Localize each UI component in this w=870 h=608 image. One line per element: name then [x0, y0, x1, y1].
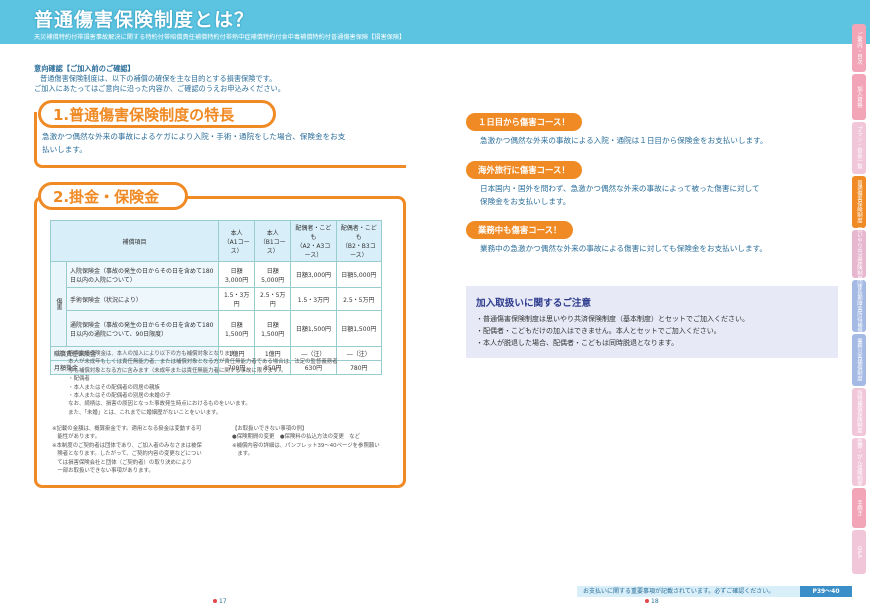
page-marker-icon	[213, 599, 217, 603]
course-text: 急激かつ偶然な外来の事故による入院・通院は１日目から保険金をお支払いします。	[480, 136, 768, 145]
page-reference[interactable]: P39～40	[800, 586, 852, 597]
page-number-left: 17	[219, 598, 227, 605]
table-cell: 日額3,000円	[290, 261, 337, 288]
group-label: 傷害	[50, 261, 67, 347]
liability-note: （注）賠償責任保険金は、本人の加入により以下の方も補償対象となります。 本人が未…	[52, 351, 338, 416]
table-row: 通院保険金（事故の発生の日からその日を含めて180日以内の通院について、90日限…	[51, 310, 383, 347]
table-cell: 1.5・3万円	[290, 287, 337, 311]
premium-note: ※記載の金額は、概算掛金です。適用となる掛金は変動する可 能性があります。 ※本…	[52, 426, 202, 475]
sidebar-tab-label: 業務災害補償制度	[856, 338, 862, 382]
table-cell: 1.5・3万円	[218, 287, 256, 311]
exception-note: 【お取扱いできない事項の例】 ●保険期間の変更 ●保険料の払込方法の変更 など …	[232, 426, 380, 458]
table-header-cell: 配偶者・こども （A2・A3コース）	[290, 220, 337, 262]
sidebar-tab[interactable]: 加入資格	[852, 74, 866, 120]
table-cell: 日額5,000円	[254, 261, 292, 288]
sidebar-tab-label: 普通傷害保険制度	[856, 180, 862, 224]
table-header-row: 補償項目 本人 （A1コース） 本人 （B1コース） 配偶者・こども （A2・A…	[49, 220, 383, 262]
sidebar-tab-label: プラン・掛金一覧	[856, 126, 862, 170]
course-text: 日本国内・国外を問わず、急激かつ偶然な外来の事故によって被った傷害に対して 保険…	[480, 184, 760, 206]
sidebar-tab[interactable]: 業務災害補償制度	[852, 334, 866, 386]
section1-line: 払いします。	[42, 145, 87, 154]
footer-text: お支払いに関する重要事項が記載されています。必ずご確認ください。	[583, 588, 775, 595]
table-cell: 日額1,500円	[290, 310, 337, 347]
sidebar-tab[interactable]: 団体長期障害所得補償	[852, 279, 866, 333]
page-title: 普通傷害保険制度とは？	[34, 9, 255, 31]
row-label: 手術保険金（状況により）	[65, 287, 220, 311]
intro-line: ご加入にあたってはご意向に沿った内容か、ご確認のうえお申込みください。	[34, 84, 285, 93]
table-header-cell: 本人 （A1コース）	[218, 220, 256, 262]
sidebar-tab-label: 団体長期障害所得補償	[856, 279, 862, 333]
caution-box: 加入取扱いに関するご注意 ・普通傷害保険制度は思いやり共済保険制度（基本制度）と…	[466, 286, 838, 358]
row-label: 入院保険金（事故の発生の日からその日を含めて180日以内の入院について）	[65, 261, 220, 288]
table-cell: 日額1,500円	[254, 310, 292, 347]
sidebar-tab[interactable]: 思いやり共済保険制度	[852, 227, 866, 281]
sidebar-tab-label: 思いやり共済保険制度	[856, 227, 862, 281]
footer-note: お支払いに関する重要事項が記載されています。必ずご確認ください。 P39～40	[577, 586, 852, 597]
table-cell: 2.5・5万円	[335, 287, 383, 311]
table-cell: 日額1,500円	[218, 310, 256, 347]
sidebar-tab-label: ご案内・目次	[856, 31, 862, 65]
table-header-cell: 本人 （B1コース）	[254, 220, 292, 262]
table-cell: 日額5,000円	[335, 261, 383, 288]
sidebar-tab-active[interactable]: 普通傷害保険制度	[852, 176, 866, 228]
page-subtitle: 天災補償特約付帯損害事故解決に関する特約付帯賠償責任補償特約付帯熱中症補償特約付…	[34, 34, 406, 41]
sidebar-tab-label: 手続き	[856, 499, 862, 517]
section1-text: 急激かつ偶然な外来の事故によるケガにより入院・手術・通院をした場合、保険金をお支…	[42, 130, 345, 156]
section1-line: 急激かつ偶然な外来の事故によるケガにより入院・手術・通院をした場合、保険金をお支	[42, 132, 346, 141]
sidebar-tab-label: Q&A	[856, 545, 862, 559]
course-label: 海外旅行に傷害コース！	[466, 161, 582, 179]
caution-item: ・配偶者・こどもだけの加入はできません。本人とセットでご加入ください。	[476, 327, 721, 335]
page-marker-icon	[645, 599, 649, 603]
table-row: 手術保険金（状況により） 1.5・3万円 2.5・5万円 1.5・3万円 2.5…	[51, 287, 383, 311]
row-label: 通院保険金（事故の発生の日からその日を含めて180日以内の通院について、90日限…	[65, 310, 220, 347]
sidebar-tab[interactable]: 所得補償保険制度	[852, 388, 866, 436]
intro-heading: 意向確認【ご加入前のご確認】	[34, 64, 135, 73]
course-label: １日目から傷害コース！	[466, 113, 582, 131]
table-cell: 780円	[335, 360, 383, 375]
caution-item: ・本人が脱退した場合、配偶者・こどもは同時脱退となります。	[476, 339, 679, 347]
sidebar-tab[interactable]: 手続き	[852, 488, 866, 528]
course-text: 業務中の急激かつ偶然な外来の事故による傷害に対しても保険金をお支払いします。	[480, 244, 767, 253]
section1-heading: 1.普通傷害保険制度の特長	[38, 100, 276, 128]
caution-heading: 加入取扱いに関するご注意	[476, 298, 592, 309]
caution-item: ・普通傷害保険制度は思いやり共済保険制度（基本制度）とセットでご加入ください。	[476, 315, 749, 323]
sidebar-tab[interactable]: 医療・がん保険制度	[852, 438, 866, 486]
sidebar-tab-label: 医療・がん保険制度	[856, 437, 862, 487]
section2-heading: 2.掛金・保険金	[38, 182, 188, 210]
table-cell: ―（注）	[335, 346, 383, 361]
sidebar-tab[interactable]: プラン・掛金一覧	[852, 122, 866, 174]
course-label: 業務中も傷害コース！	[466, 221, 574, 239]
table-cell: 日額3,000円	[218, 261, 256, 288]
table-header-cell: 配偶者・こども （B2・B3コース）	[335, 220, 383, 262]
table-row: 傷害 入院保険金（事故の発生の日からその日を含めて180日以内の入院について） …	[50, 261, 383, 347]
intro-line: 普通傷害保険制度は、以下の補償の確保を主な目的とする損害保険です。	[40, 74, 277, 83]
table-header-cell: 補償項目	[49, 220, 220, 262]
sidebar-tab-label: 加入資格	[856, 86, 862, 108]
sidebar-tab[interactable]: Q&A	[852, 530, 866, 574]
sidebar-tab[interactable]: ご案内・目次	[852, 24, 866, 72]
table-cell: 日額1,500円	[335, 310, 383, 347]
sidebar-tab-label: 所得補償保険制度	[856, 390, 862, 434]
page-number-right: 18	[651, 598, 659, 605]
table-cell: 2.5・5万円	[254, 287, 292, 311]
